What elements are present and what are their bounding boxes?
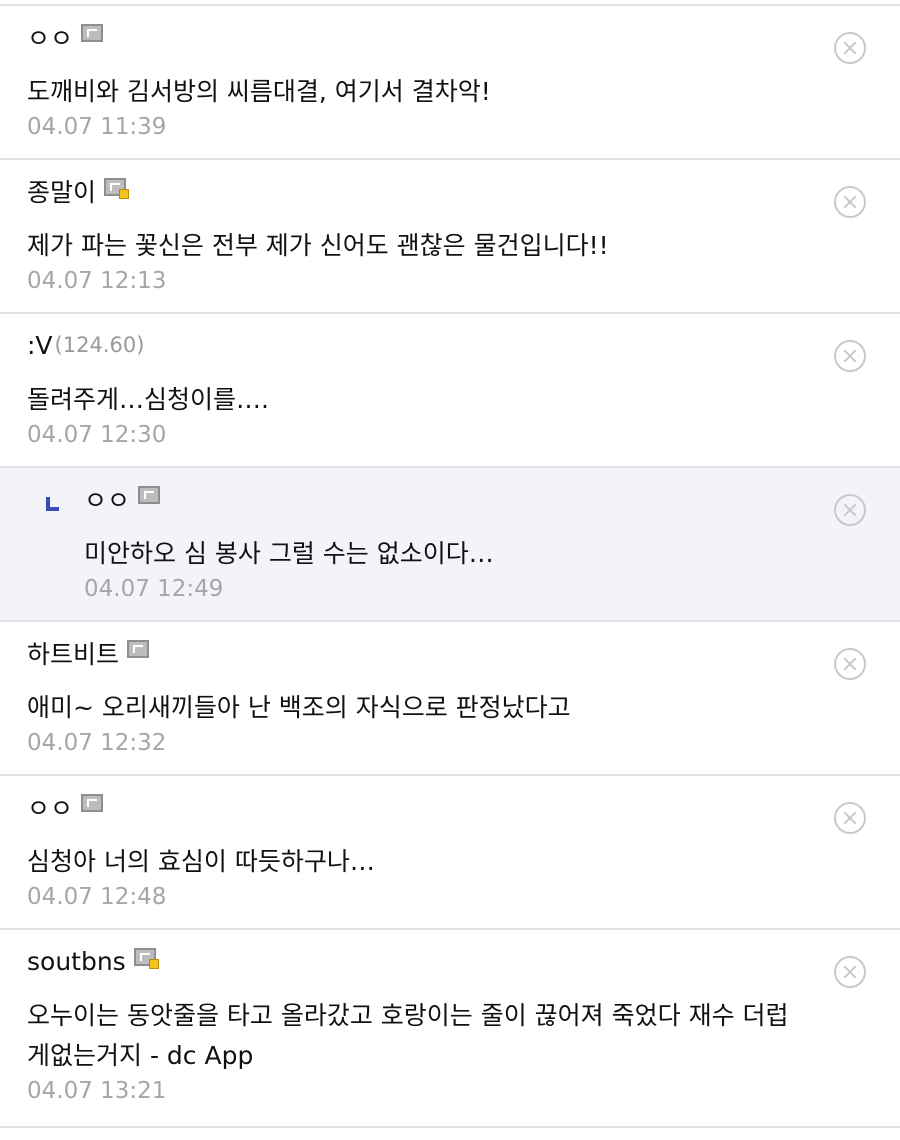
comment-timestamp: 04.07 12:13 bbox=[27, 268, 167, 294]
fixed-nick-badge-icon bbox=[81, 24, 104, 42]
comment-header: :V (124.60) bbox=[27, 314, 810, 376]
comment-nickname[interactable]: ㅇㅇ bbox=[27, 789, 73, 825]
comment-timestamp: 04.07 13:21 bbox=[27, 1078, 167, 1104]
comment-text: 애미~ 오리새끼들아 난 백조의 자식으로 판정났다고 bbox=[27, 693, 571, 722]
comment-text: 돌려주게…심청이를…. bbox=[27, 385, 269, 414]
comment-header: soutbns bbox=[27, 930, 810, 992]
comment-text: 제가 파는 꽃신은 전부 제가 신어도 괜찮은 물건입니다!! bbox=[27, 231, 609, 260]
comment-item: ㅇㅇ 심청아 너의 효심이 따듯하구나… 04.07 12:48 bbox=[0, 776, 900, 930]
comment-ip: (124.60) bbox=[54, 333, 145, 357]
comment-header: ㅇㅇ bbox=[27, 776, 810, 838]
comment-item: 하트비트 애미~ 오리새끼들아 난 백조의 자식으로 판정났다고 04.07 1… bbox=[0, 622, 900, 776]
comment-item: 종말이 제가 파는 꽃신은 전부 제가 신어도 괜찮은 물건입니다!! 04.0… bbox=[0, 160, 900, 314]
comment-text: 오누이는 동앗줄을 타고 올라갔고 호랑이는 줄이 끊어져 죽었다 재수 더럽게… bbox=[27, 1001, 789, 1070]
close-circle-icon[interactable] bbox=[834, 648, 866, 680]
comment-nickname[interactable]: 종말이 bbox=[27, 173, 96, 209]
comment-item: :V (124.60) 돌려주게…심청이를…. 04.07 12:30 bbox=[0, 314, 900, 468]
close-circle-icon[interactable] bbox=[834, 340, 866, 372]
fixed-nick-badge-icon bbox=[81, 794, 104, 812]
comment-text: 심청아 너의 효심이 따듯하구나… bbox=[27, 847, 375, 876]
comment-item: soutbns 오누이는 동앗줄을 타고 올라갔고 호랑이는 줄이 끊어져 죽었… bbox=[0, 930, 900, 1128]
comment-header: 하트비트 bbox=[27, 622, 810, 684]
comment-item: ㅇㅇ 도깨비와 김서방의 씨름대결, 여기서 결차악! 04.07 11:39 bbox=[0, 6, 900, 160]
close-circle-icon[interactable] bbox=[834, 956, 866, 988]
comment-text: 도깨비와 김서방의 씨름대결, 여기서 결차악! bbox=[27, 77, 491, 106]
half-fixed-nick-badge-icon bbox=[104, 178, 130, 199]
comment-nickname[interactable]: ㅇㅇ bbox=[84, 481, 130, 517]
comment-timestamp: 04.07 12:32 bbox=[27, 730, 167, 756]
comment-timestamp: 04.07 12:48 bbox=[27, 884, 167, 910]
half-fixed-nick-badge-icon bbox=[133, 948, 159, 969]
comment-header: 종말이 bbox=[27, 160, 810, 222]
close-circle-icon[interactable] bbox=[834, 186, 866, 218]
comment-nickname[interactable]: ㅇㅇ bbox=[27, 19, 73, 55]
reply-item: ㅇㅇ 미안하오 심 봉사 그럴 수는 없소이다… 04.07 12:49 bbox=[0, 468, 900, 622]
comment-nickname[interactable]: :V bbox=[27, 331, 53, 360]
comment-timestamp: 04.07 12:30 bbox=[27, 422, 167, 448]
comment-timestamp: 04.07 12:49 bbox=[84, 576, 224, 602]
comment-text: 미안하오 심 봉사 그럴 수는 없소이다… bbox=[84, 539, 494, 568]
comment-timestamp: 04.07 11:39 bbox=[27, 114, 167, 140]
close-circle-icon[interactable] bbox=[834, 802, 866, 834]
reply-arrow-icon bbox=[46, 497, 59, 511]
fixed-nick-badge-icon bbox=[138, 486, 161, 504]
close-circle-icon[interactable] bbox=[834, 494, 866, 526]
comment-nickname[interactable]: 하트비트 bbox=[27, 635, 119, 671]
fixed-nick-badge-icon bbox=[127, 640, 150, 658]
comment-header: ㅇㅇ bbox=[84, 468, 810, 530]
close-circle-icon[interactable] bbox=[834, 32, 866, 64]
comment-nickname[interactable]: soutbns bbox=[27, 947, 126, 976]
comment-header: ㅇㅇ bbox=[27, 6, 810, 68]
